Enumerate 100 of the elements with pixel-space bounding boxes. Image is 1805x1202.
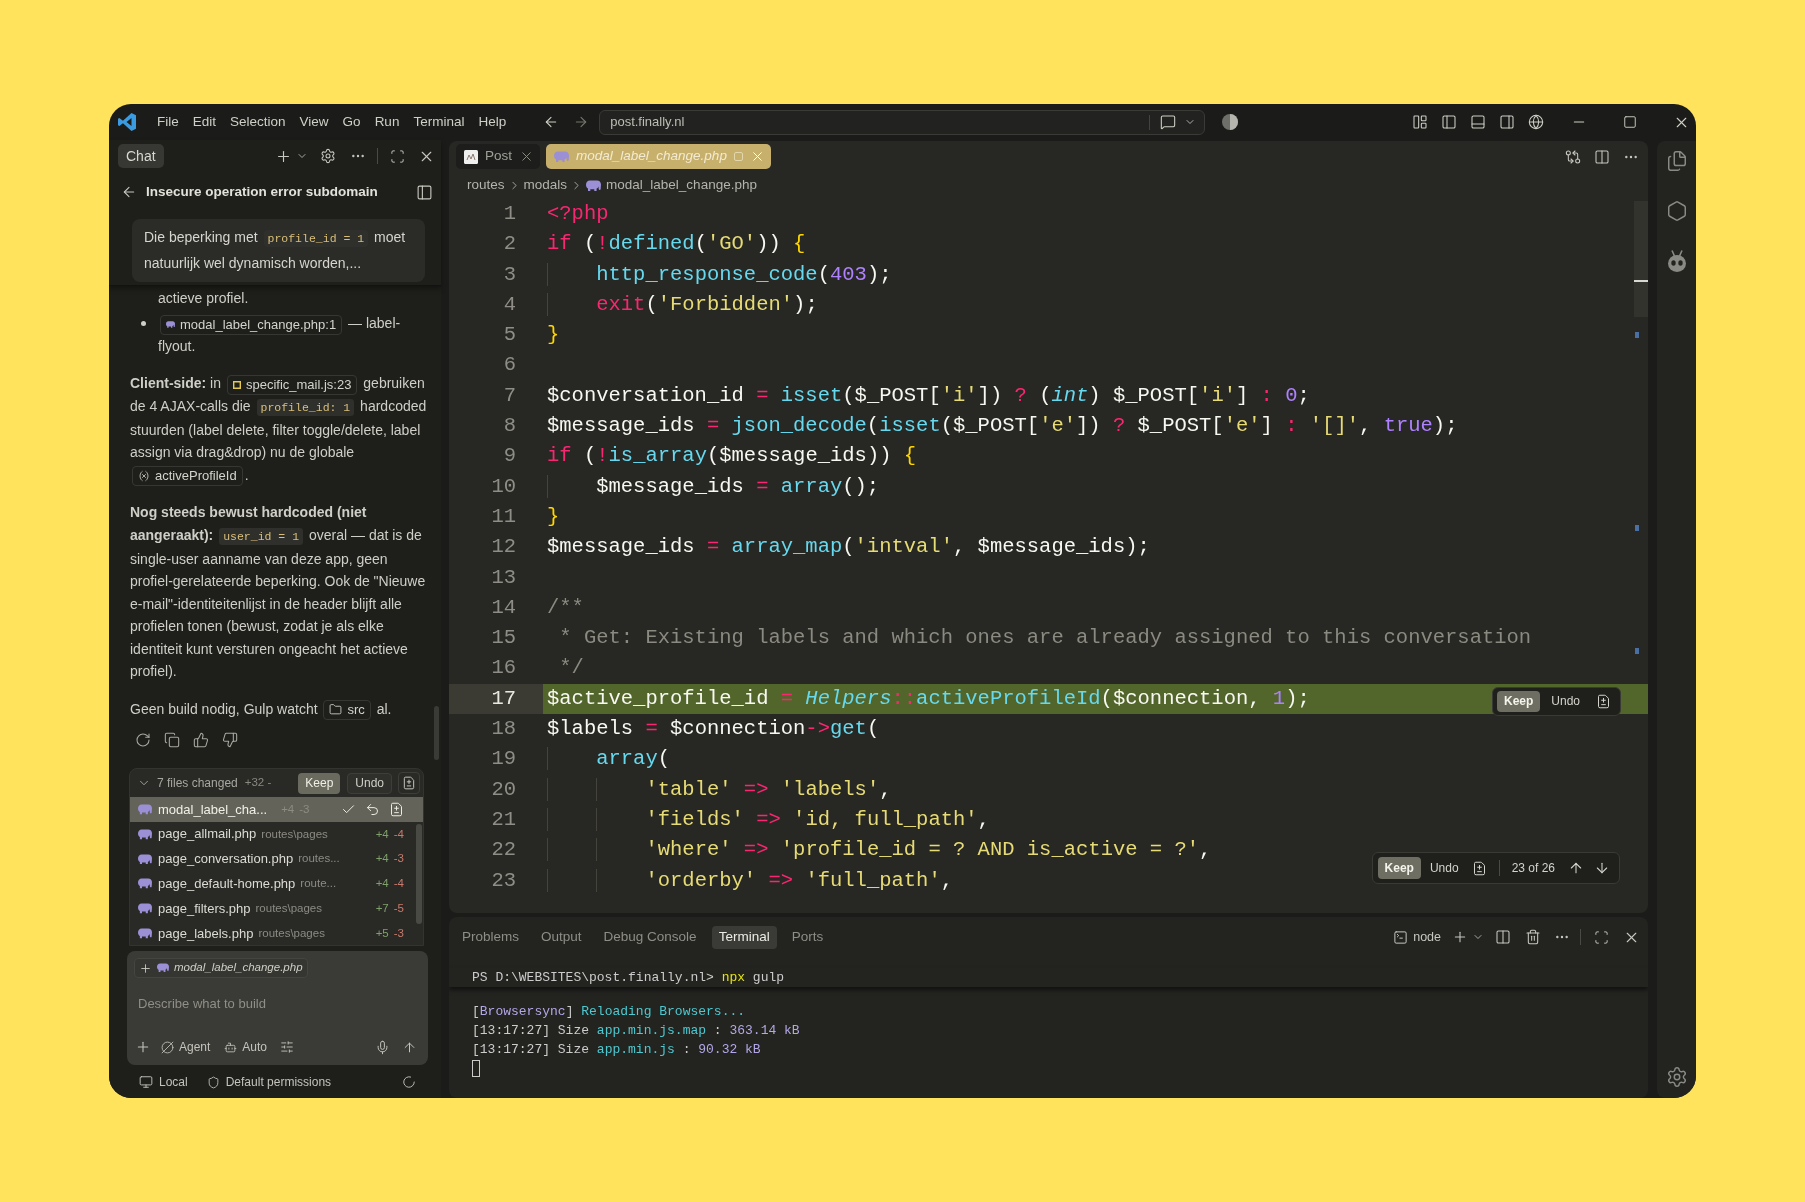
layout-icon[interactable]: [1412, 114, 1428, 130]
file-link[interactable]: modal_label_change.php:1: [160, 314, 343, 335]
panel-bottom-icon[interactable]: [1470, 114, 1486, 130]
terminal-line: [13:17:27] Size app.min.js : 90.32 kB: [472, 1041, 761, 1059]
split-editor-icon[interactable]: [1594, 148, 1610, 165]
changed-file-row[interactable]: page_filters.php routes\pages +7 -5: [130, 896, 423, 921]
menu-item[interactable]: Go: [335, 109, 368, 135]
maximize-icon[interactable]: [1594, 929, 1609, 945]
panel-icon[interactable]: [416, 183, 433, 201]
terminal-cursor: [472, 1060, 480, 1077]
alien-head-icon[interactable]: [1665, 250, 1688, 272]
microphone-icon[interactable]: [375, 1039, 390, 1055]
chat-bubble-icon[interactable]: [1160, 114, 1177, 130]
panel-left-icon[interactable]: [1441, 114, 1457, 130]
trash-icon[interactable]: [1525, 929, 1541, 945]
plus-icon[interactable]: [1452, 929, 1468, 945]
changed-file-row[interactable]: page_default-home.php route... +4 -4: [130, 871, 423, 897]
permissions-button[interactable]: Default permissions: [206, 1073, 332, 1091]
menu-item[interactable]: Edit: [185, 109, 224, 135]
panel-right-icon[interactable]: [1499, 114, 1515, 130]
keep-button[interactable]: Keep: [298, 772, 341, 794]
added-count: +4: [375, 826, 389, 842]
folder-link[interactable]: src: [323, 699, 371, 720]
half-shaded-circle-icon[interactable]: [1222, 114, 1239, 130]
settings-icon[interactable]: [1665, 1066, 1688, 1088]
app-logo-icon[interactable]: [118, 113, 136, 131]
maximize-icon[interactable]: [1623, 115, 1637, 129]
panel-tab[interactable]: Output: [534, 925, 589, 949]
compare-icon[interactable]: [1565, 148, 1581, 165]
settings-icon[interactable]: [320, 148, 336, 164]
line-number: 1: [502, 201, 517, 227]
thumbs-down-icon[interactable]: [222, 731, 238, 748]
elephant-icon: [138, 804, 152, 815]
attachment-chip[interactable]: modal_label_change.php: [134, 958, 308, 978]
changed-file-row[interactable]: page_allmail.php routes\pages +4 -4: [130, 821, 423, 847]
copy-icon[interactable]: [164, 731, 180, 748]
menu-item[interactable]: Run: [367, 109, 407, 135]
changed-file-row[interactable]: page_labels.php routes\pages +5 -3: [130, 921, 423, 946]
symbol-link[interactable]: activeProfileId: [132, 466, 243, 487]
code-line: * Get: Existing labels and which ones are already assigned to this conversation: [558, 626, 1532, 650]
model-picker-button[interactable]: Auto: [224, 1038, 268, 1056]
changed-file-row[interactable]: page_conversation.php routes... +4 -3: [130, 846, 423, 872]
added-count: +5: [375, 925, 389, 941]
elephant-icon: [138, 903, 152, 914]
back-arrow-icon[interactable]: [121, 184, 137, 200]
breadcrumb-item[interactable]: modal_label_change.php: [586, 175, 757, 196]
panel-tab[interactable]: Ports: [784, 925, 831, 949]
scrollbar-marker: [1635, 332, 1639, 338]
keep-button[interactable]: Keep: [1496, 690, 1541, 712]
code-line: array(: [547, 747, 671, 771]
menu-item[interactable]: View: [292, 109, 336, 135]
code-line: $labels = $connection->get(: [547, 717, 880, 741]
changed-files-summary: 7 files changed: [157, 775, 238, 792]
command-center[interactable]: post.finally.nl: [599, 109, 1206, 135]
terminal-line: [13:17:27] Size app.min.js.map : 363.14 kB: [472, 1022, 800, 1040]
breadcrumb-item[interactable]: modals: [523, 175, 568, 196]
files-icon[interactable]: [1665, 150, 1688, 172]
added-count: +4: [375, 876, 389, 892]
close-icon[interactable]: [519, 149, 534, 164]
monitor-icon: [139, 1075, 153, 1089]
menu-item[interactable]: Terminal: [406, 109, 472, 135]
globe-icon[interactable]: [1528, 114, 1544, 130]
menu-item[interactable]: Help: [471, 109, 514, 135]
undo-button[interactable]: Undo: [1542, 690, 1589, 712]
location-button[interactable]: Local: [139, 1073, 188, 1091]
undo-button[interactable]: Undo: [347, 772, 392, 794]
code-line: 'table' => 'labels',: [547, 777, 892, 801]
file-link[interactable]: specific_mail.js:23: [226, 374, 358, 395]
panel-tab[interactable]: Problems: [455, 925, 527, 949]
hexagon-icon[interactable]: [1665, 200, 1688, 222]
agent-mode-button[interactable]: Agent: [161, 1038, 211, 1056]
prompt-field[interactable]: Describe what to build: [138, 993, 421, 1013]
removed-count: -3: [393, 851, 404, 867]
undo-icon[interactable]: [365, 801, 380, 817]
code-line: 'where' => 'profile_id = ? AND is_active = ?',: [547, 838, 1212, 862]
robot-icon: [224, 1040, 238, 1054]
file-diff-icon[interactable]: [389, 801, 404, 817]
breadcrumb-item[interactable]: routes: [467, 175, 505, 196]
retry-icon[interactable]: [135, 731, 151, 748]
line-number: 7: [502, 382, 517, 409]
file-diff-icon[interactable]: [1471, 860, 1487, 876]
panel-tab[interactable]: Terminal: [711, 925, 777, 949]
terminal-line: [Browsersync] Reloading Browsers...: [472, 1003, 746, 1021]
elephant-icon: [586, 179, 602, 192]
split-terminal-icon[interactable]: [1495, 929, 1511, 945]
editor-tab[interactable]: Post: [456, 144, 540, 169]
chat-tab[interactable]: Chat: [118, 144, 164, 168]
maximize-icon[interactable]: [390, 148, 405, 164]
menu-item[interactable]: File: [150, 109, 186, 135]
terminal-profile[interactable]: node: [1393, 927, 1441, 947]
thumbs-up-icon[interactable]: [193, 731, 209, 748]
file-name: page_filters.php: [158, 899, 251, 918]
undo-button[interactable]: Undo: [1420, 857, 1468, 879]
line-number: 23: [490, 867, 517, 894]
keep-button[interactable]: Keep: [1377, 857, 1421, 879]
menu-item[interactable]: Selection: [223, 109, 293, 135]
diff-button[interactable]: [398, 772, 420, 794]
sliders-icon[interactable]: [280, 1040, 295, 1054]
file-diff-icon[interactable]: [1596, 693, 1611, 709]
panel-tab[interactable]: Debug Console: [596, 925, 704, 949]
